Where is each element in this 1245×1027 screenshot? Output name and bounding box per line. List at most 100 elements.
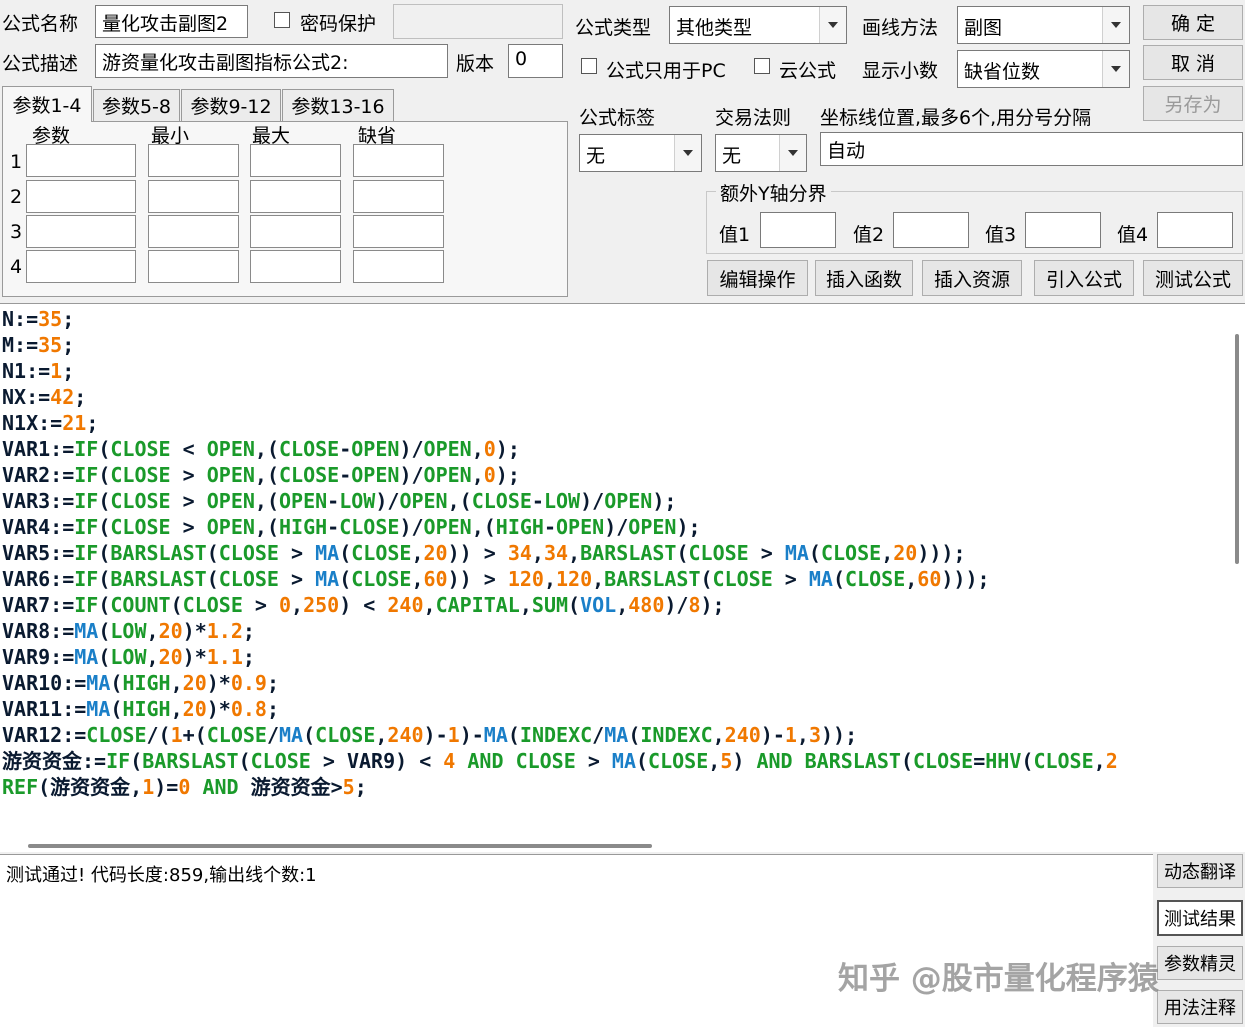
param-default-input[interactable] [353, 144, 444, 177]
formula-desc-input[interactable]: 游资量化攻击副图指标公式2: [95, 44, 448, 78]
password-protect-checkbox[interactable] [274, 12, 290, 28]
param-default-input[interactable] [353, 215, 444, 248]
code-token: VAR7:= [2, 593, 75, 617]
pc-only-checkbox[interactable] [581, 58, 597, 74]
code-token: , [291, 593, 304, 617]
test-result-button[interactable]: 测试结果 [1157, 900, 1243, 936]
usage-notes-button[interactable]: 用法注释 [1157, 990, 1243, 1024]
code-token: ( [98, 437, 111, 461]
code-line[interactable]: VAR2:=IF(CLOSE > OPEN,(CLOSE-OPEN)/OPEN,… [2, 462, 1220, 488]
code-line[interactable]: N1X:=21; [2, 410, 1220, 436]
chevron-down-icon[interactable] [779, 135, 806, 171]
horizontal-scroll-thumb[interactable] [28, 844, 652, 848]
code-line[interactable]: 游资资金:=IF(BARSLAST(CLOSE > VAR9) < 4 AND … [2, 748, 1220, 774]
code-line[interactable]: VAR10:=MA(HIGH,20)*0.9; [2, 670, 1220, 696]
code-token: MA [808, 567, 833, 591]
vertical-scrollbar[interactable] [1223, 304, 1245, 819]
param-max-input[interactable] [250, 144, 341, 177]
code-text[interactable]: N:=35; M:=35; N1:=1; NX:=42; N1X:=21; VAR1:=I… [2, 306, 1220, 816]
param-name-input[interactable] [26, 215, 136, 248]
param-default-input[interactable] [353, 180, 444, 213]
code-line[interactable]: VAR9:=MA(LOW,20)*1.1; [2, 644, 1220, 670]
code-token: AND [455, 749, 516, 773]
code-token: , [146, 619, 159, 643]
import-formula-button[interactable]: 引入公式 [1034, 260, 1134, 296]
code-line[interactable]: VAR12:=CLOSE/(1+(CLOSE/MA(CLOSE,240)-1)-… [2, 722, 1220, 748]
code-editor[interactable]: N:=35; M:=35; N1:=1; NX:=42; N1X:=21; VAR1:=I… [0, 303, 1245, 852]
formula-name-input[interactable]: 量化攻击副图2 [95, 5, 248, 38]
param-name-input[interactable] [26, 180, 136, 213]
y-value-4-input[interactable] [1157, 212, 1233, 248]
code-token: VAR8:= [2, 619, 75, 643]
code-line[interactable]: N1:=1; [2, 358, 1220, 384]
edit-operation-button[interactable]: 编辑操作 [707, 260, 808, 296]
chevron-down-icon[interactable] [1102, 7, 1129, 43]
code-token: ); [495, 437, 520, 461]
code-token: ( [808, 541, 821, 565]
y-value-2-input[interactable] [893, 212, 969, 248]
cancel-button[interactable]: 取 消 [1143, 45, 1243, 80]
code-token: )); [821, 723, 858, 747]
code-token: 20 [182, 671, 207, 695]
code-token: ( [130, 749, 143, 773]
version-input[interactable]: 0 [508, 44, 563, 78]
code-token: CLOSE [845, 567, 906, 591]
code-token: CLOSE [351, 567, 412, 591]
code-line[interactable]: NX:=42; [2, 384, 1220, 410]
param-default-input[interactable] [353, 250, 444, 283]
chevron-down-icon[interactable] [1102, 51, 1129, 87]
insert-function-button[interactable]: 插入函数 [815, 260, 913, 296]
code-line[interactable]: VAR5:=IF(BARSLAST(CLOSE > MA(CLOSE,20)) … [2, 540, 1220, 566]
formula-type-select[interactable]: 其他类型 [669, 6, 847, 44]
code-token: 1 [447, 723, 460, 747]
dynamic-translate-button[interactable]: 动态翻译 [1157, 854, 1243, 888]
y-value-3-input[interactable] [1025, 212, 1101, 248]
code-line[interactable]: VAR7:=IF(COUNT(CLOSE > 0,250) < 240,CAPI… [2, 592, 1220, 618]
code-line[interactable]: REF(游资资金,1)=0 AND 游资资金>5; [2, 774, 1220, 800]
param-min-input[interactable] [148, 250, 239, 283]
code-line[interactable]: VAR8:=MA(LOW,20)*1.2; [2, 618, 1220, 644]
trade-rule-select[interactable]: 无 [715, 134, 807, 172]
param-wizard-button[interactable]: 参数精灵 [1157, 946, 1243, 980]
code-line[interactable]: VAR1:=IF(CLOSE < OPEN,(CLOSE-OPEN)/OPEN,… [2, 436, 1220, 462]
param-max-input[interactable] [250, 180, 341, 213]
tab-params-5-8[interactable]: 参数5-8 [93, 89, 180, 121]
param-name-input[interactable] [26, 250, 136, 283]
param-min-input[interactable] [148, 144, 239, 177]
code-token: LOW [110, 619, 147, 643]
code-token: ) [732, 749, 757, 773]
formula-tag-select[interactable]: 无 [579, 134, 702, 172]
code-token: OPEN [423, 437, 472, 461]
param-min-input[interactable] [148, 215, 239, 248]
tab-params-13-16[interactable]: 参数13-16 [282, 89, 394, 121]
code-line[interactable]: VAR6:=IF(BARSLAST(CLOSE > MA(CLOSE,60)) … [2, 566, 1220, 592]
draw-method-select[interactable]: 副图 [957, 6, 1130, 44]
code-line[interactable]: VAR3:=IF(CLOSE > OPEN,(OPEN-LOW)/OPEN,(C… [2, 488, 1220, 514]
code-line[interactable]: N:=35; [2, 306, 1220, 332]
code-token: ( [170, 593, 183, 617]
y-value-1-input[interactable] [760, 212, 836, 248]
code-token: 1 [50, 359, 63, 383]
test-formula-button[interactable]: 测试公式 [1143, 260, 1243, 296]
code-line[interactable]: VAR11:=MA(HIGH,20)*0.8; [2, 696, 1220, 722]
code-line[interactable]: VAR4:=IF(CLOSE > OPEN,(HIGH-CLOSE)/OPEN,… [2, 514, 1220, 540]
password-input[interactable] [393, 4, 563, 39]
chevron-down-icon[interactable] [674, 135, 701, 171]
tab-params-1-4[interactable]: 参数1-4 [2, 86, 92, 122]
cloud-formula-checkbox[interactable] [754, 58, 770, 74]
axis-position-input[interactable]: 自动 [820, 132, 1243, 166]
tab-params-9-12[interactable]: 参数9-12 [181, 89, 281, 121]
param-min-input[interactable] [148, 180, 239, 213]
horizontal-scrollbar[interactable] [0, 816, 1222, 852]
param-name-input[interactable] [26, 144, 136, 177]
chevron-down-icon[interactable] [819, 7, 846, 43]
insert-resource-button[interactable]: 插入资源 [922, 260, 1022, 296]
decimals-select[interactable]: 缺省位数 [957, 50, 1130, 88]
param-max-input[interactable] [250, 215, 341, 248]
ok-button[interactable]: 确 定 [1143, 5, 1243, 40]
code-token: ( [98, 463, 111, 487]
save-as-button[interactable]: 另存为 [1143, 86, 1243, 121]
param-max-input[interactable] [250, 250, 341, 283]
vertical-scroll-thumb[interactable] [1235, 334, 1239, 564]
code-line[interactable]: M:=35; [2, 332, 1220, 358]
